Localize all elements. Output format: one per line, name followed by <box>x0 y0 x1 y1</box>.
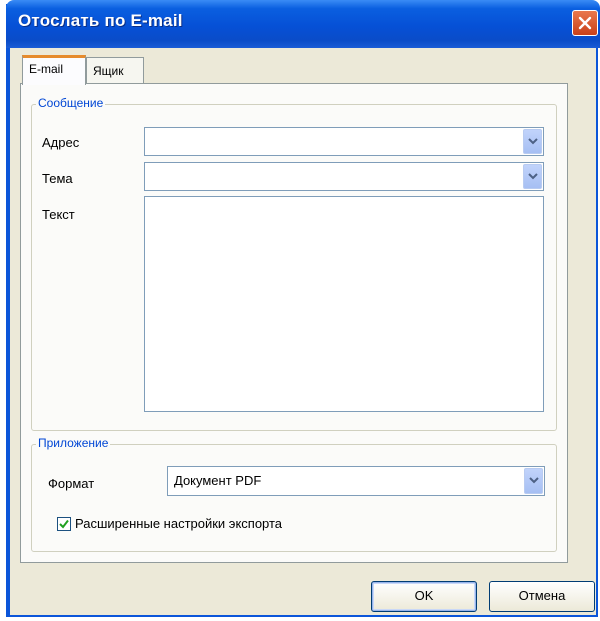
message-textarea[interactable] <box>144 196 544 412</box>
subject-dropdown-button[interactable] <box>523 164 542 189</box>
subject-combobox[interactable] <box>144 162 544 191</box>
title-bar[interactable]: Отослать по E-mail <box>6 0 600 48</box>
format-dropdown-button[interactable] <box>524 468 543 494</box>
attachment-group: Приложение Формат Документ PDF Расширенн… <box>31 436 557 552</box>
message-group-title: Сообщение <box>36 96 106 110</box>
advanced-export-label[interactable]: Расширенные настройки экспорта <box>75 516 282 531</box>
tab-mailbox[interactable]: Ящик <box>86 57 144 83</box>
window-title: Отослать по E-mail <box>18 11 183 30</box>
advanced-export-checkbox[interactable] <box>57 517 71 531</box>
close-button[interactable] <box>572 10 598 36</box>
chevron-down-icon <box>528 173 538 180</box>
chevron-down-icon <box>529 477 539 484</box>
text-label: Текст <box>42 207 75 222</box>
message-group: Сообщение Адрес Тема Текст <box>31 96 557 431</box>
cancel-button[interactable]: Отмена <box>489 581 595 612</box>
address-combobox[interactable] <box>144 127 544 156</box>
ok-button[interactable]: OK <box>371 581 477 612</box>
address-label: Адрес <box>42 135 80 150</box>
checkmark-icon <box>59 519 69 529</box>
tab-email[interactable]: E-mail <box>22 55 86 85</box>
close-icon <box>578 16 592 30</box>
tab-panel-email: Сообщение Адрес Тема Текст Приложение Фо… <box>20 83 568 563</box>
address-dropdown-button[interactable] <box>523 129 542 154</box>
subject-label: Тема <box>42 171 73 186</box>
format-value: Документ PDF <box>174 473 262 488</box>
format-combobox[interactable]: Документ PDF <box>167 466 545 496</box>
chevron-down-icon <box>528 138 538 145</box>
format-label: Формат <box>48 476 95 491</box>
attachment-group-title: Приложение <box>36 436 111 450</box>
